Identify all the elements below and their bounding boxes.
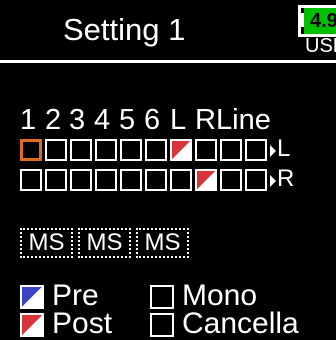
routing-cell-line-b-l[interactable]: [245, 139, 267, 161]
mono-checkbox-icon[interactable]: [150, 285, 174, 309]
battery-icon: 4.9: [304, 8, 336, 34]
routing-cell-6-r[interactable]: [145, 169, 167, 191]
channel-label-2: 2: [45, 104, 62, 136]
routing-cell-5-l[interactable]: [120, 139, 142, 161]
routing-cell-4-r[interactable]: [95, 169, 117, 191]
routing-cell-ch-r-r[interactable]: [195, 169, 217, 191]
channel-label-line: Line: [216, 104, 271, 136]
routing-cell-1-r[interactable]: [20, 169, 42, 191]
routing-cell-line-a-r[interactable]: [220, 169, 242, 191]
channel-label-r: R: [195, 104, 216, 136]
routing-cell-ch-r-l[interactable]: [195, 139, 217, 161]
routing-cell-ch-l-r[interactable]: [170, 169, 192, 191]
routing-cell-ch-l-l[interactable]: [170, 139, 192, 161]
ms-link-1-2[interactable]: MS: [20, 228, 73, 258]
routing-cell-3-l[interactable]: [70, 139, 92, 161]
routing-row-l: L: [0, 135, 336, 165]
routing-cell-6-l[interactable]: [145, 139, 167, 161]
routing-cell-1-l[interactable]: [20, 139, 42, 161]
channel-label-1: 1: [20, 104, 37, 136]
legend-cancel-label: Cancella: [182, 307, 299, 340]
arrow-right-icon: [270, 175, 276, 187]
channel-label-3: 3: [69, 104, 86, 136]
channel-label-6: 6: [144, 104, 161, 136]
routing-cell-4-l[interactable]: [95, 139, 117, 161]
routing-cell-5-r[interactable]: [120, 169, 142, 191]
channel-label-5: 5: [119, 104, 136, 136]
routing-cell-2-l[interactable]: [45, 139, 67, 161]
header-bar: Setting 1 4.9 USB: [0, 0, 336, 63]
routing-cell-line-b-r[interactable]: [245, 169, 267, 191]
routing-row-r: R: [0, 165, 336, 195]
channel-label-4: 4: [94, 104, 111, 136]
routing-cell-2-r[interactable]: [45, 169, 67, 191]
page-title: Setting 1: [63, 12, 186, 47]
ms-link-3-4[interactable]: MS: [78, 228, 131, 258]
channel-label-l: L: [170, 104, 187, 136]
pre-swatch-icon: [20, 285, 44, 309]
row-label-r: R: [277, 165, 295, 192]
row-label-l: L: [277, 135, 291, 162]
legend-post-label: Post: [52, 307, 113, 340]
post-swatch-icon: [20, 313, 44, 337]
ms-link-5-6[interactable]: MS: [136, 228, 189, 258]
routing-cell-line-a-l[interactable]: [220, 139, 242, 161]
power-source-label: USB: [305, 35, 336, 57]
cancel-checkbox-icon[interactable]: [150, 313, 174, 337]
routing-cell-3-r[interactable]: [70, 169, 92, 191]
arrow-right-icon: [270, 145, 276, 157]
